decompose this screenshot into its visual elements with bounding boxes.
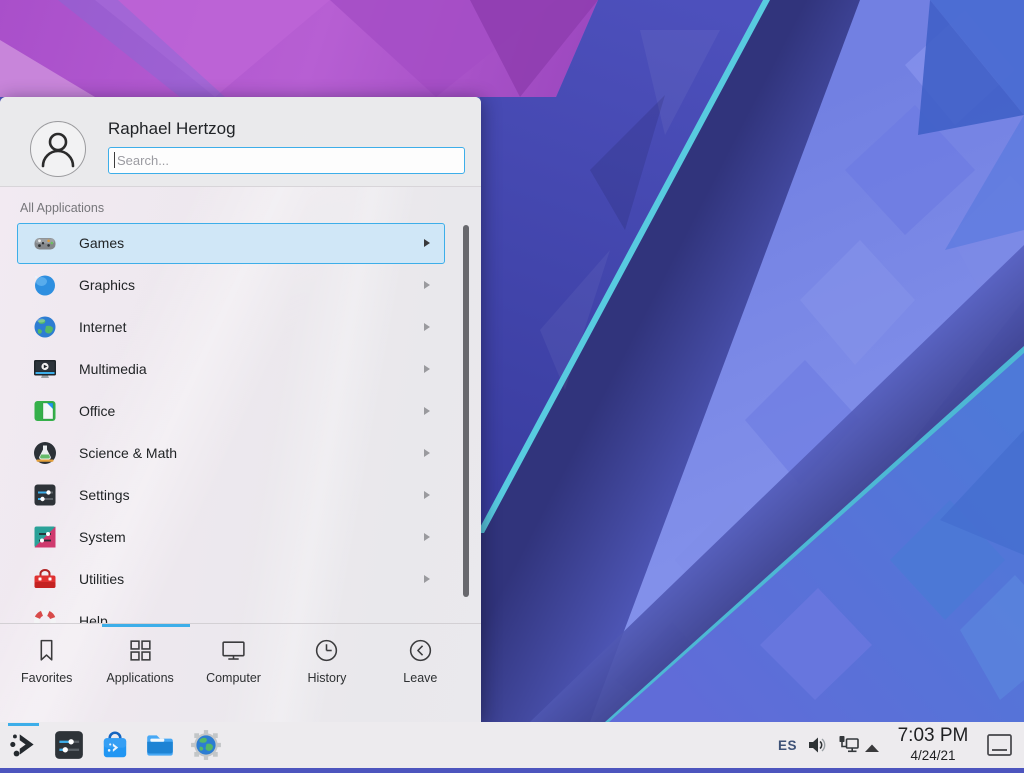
category-row-help[interactable]: Help <box>0 600 462 623</box>
category-label: Science & Math <box>79 445 177 461</box>
clock-date: 4/24/21 <box>888 748 978 764</box>
tab-favorites[interactable]: Favorites <box>0 637 93 701</box>
tab-label: History <box>307 671 346 685</box>
internet-icon <box>32 314 58 340</box>
launcher-tabbar: Favorites Applications Computer <box>0 637 467 701</box>
tab-history[interactable]: History <box>280 637 373 701</box>
application-launcher-menu: Raphael Hertzog All Applications Games G… <box>0 97 481 722</box>
submenu-arrow-icon <box>424 407 430 415</box>
show-desktop-button[interactable] <box>986 733 1013 757</box>
show-desktop-icon <box>986 733 1013 757</box>
tabbar-separator <box>0 623 481 624</box>
submenu-arrow-icon <box>424 575 430 583</box>
category-label: Internet <box>79 319 126 335</box>
active-task-indicator <box>8 723 39 726</box>
keyboard-layout-indicator[interactable]: ES <box>778 738 797 753</box>
user-icon <box>31 122 85 176</box>
tab-leave[interactable]: Leave <box>374 637 467 701</box>
web-browser-button[interactable] <box>190 729 222 761</box>
submenu-arrow-icon <box>424 239 430 247</box>
history-icon <box>313 637 340 664</box>
active-tab-indicator <box>102 624 190 627</box>
clock-time: 7:03 PM <box>888 724 978 748</box>
category-row-utilities[interactable]: Utilities <box>0 558 462 600</box>
system-settings-icon <box>53 729 85 761</box>
category-label: System <box>79 529 126 545</box>
category-row-internet[interactable]: Internet <box>0 306 462 348</box>
tab-label: Favorites <box>21 671 72 685</box>
category-label: Office <box>79 403 115 419</box>
help-icon <box>32 608 58 623</box>
expand-tray-button[interactable] <box>864 740 880 750</box>
science-icon <box>32 440 58 466</box>
category-row-graphics[interactable]: Graphics <box>0 264 462 306</box>
taskbar: ES 7:03 PM 4/24/21 <box>0 722 1024 768</box>
tab-label: Applications <box>106 671 173 685</box>
category-label: Games <box>79 235 124 251</box>
tab-label: Computer <box>206 671 261 685</box>
kickoff-icon <box>8 729 40 761</box>
submenu-arrow-icon <box>424 281 430 289</box>
category-row-games[interactable]: Games <box>0 222 462 264</box>
text-caret <box>114 152 115 168</box>
system-icon <box>32 524 58 550</box>
settings-icon <box>32 482 58 508</box>
dolphin-button[interactable] <box>144 729 176 761</box>
volume-tray-item[interactable] <box>806 734 828 756</box>
expand-tray-icon <box>864 743 880 753</box>
network-wired-icon <box>836 734 860 756</box>
office-icon <box>32 398 58 424</box>
tab-applications[interactable]: Applications <box>93 637 186 701</box>
category-row-multimedia[interactable]: Multimedia <box>0 348 462 390</box>
category-row-settings[interactable]: Settings <box>0 474 462 516</box>
section-label: All Applications <box>20 201 104 215</box>
applications-icon <box>127 637 154 664</box>
submenu-arrow-icon <box>424 449 430 457</box>
tab-computer[interactable]: Computer <box>187 637 280 701</box>
tab-label: Leave <box>403 671 437 685</box>
network-tray-item[interactable] <box>836 734 860 756</box>
category-label: Multimedia <box>79 361 147 377</box>
dolphin-icon <box>144 729 176 761</box>
search-input[interactable] <box>108 147 465 174</box>
category-row-system[interactable]: System <box>0 516 462 558</box>
discover-button[interactable] <box>99 729 131 761</box>
games-icon <box>32 230 58 256</box>
category-label: Utilities <box>79 571 124 587</box>
application-launcher-button[interactable] <box>8 729 40 761</box>
category-label: Help <box>79 613 108 623</box>
submenu-arrow-icon <box>424 533 430 541</box>
graphics-icon <box>32 272 58 298</box>
globe-gear-icon <box>190 729 222 761</box>
user-name: Raphael Hertzog <box>108 119 236 139</box>
category-label: Graphics <box>79 277 135 293</box>
digital-clock[interactable]: 7:03 PM 4/24/21 <box>888 724 978 764</box>
submenu-arrow-icon <box>424 323 430 331</box>
submenu-arrow-icon <box>424 491 430 499</box>
category-row-office[interactable]: Office <box>0 390 462 432</box>
leave-icon <box>407 637 434 664</box>
multimedia-icon <box>32 356 58 382</box>
utilities-icon <box>32 566 58 592</box>
submenu-arrow-icon <box>424 365 430 373</box>
favorites-icon <box>33 637 60 664</box>
user-avatar[interactable] <box>30 121 86 177</box>
computer-icon <box>220 637 247 664</box>
discover-icon <box>99 729 131 761</box>
volume-icon <box>806 734 828 756</box>
system-settings-button[interactable] <box>53 729 85 761</box>
category-row-science[interactable]: Science & Math <box>0 432 462 474</box>
scrollbar-handle[interactable] <box>463 225 469 597</box>
category-label: Settings <box>79 487 130 503</box>
